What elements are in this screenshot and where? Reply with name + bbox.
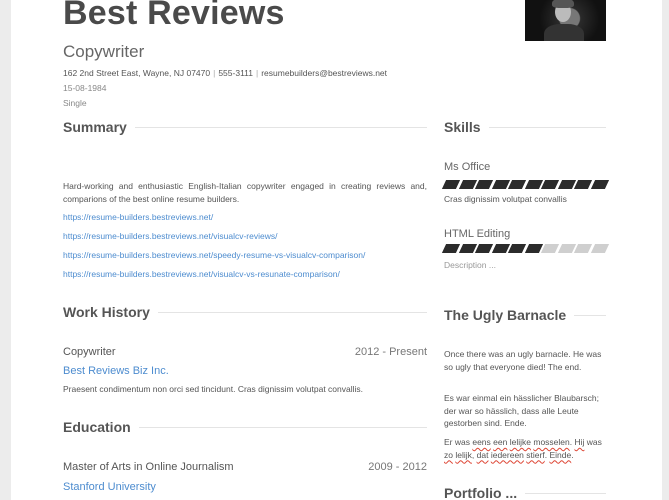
spellcheck-word: Hij: [574, 437, 585, 447]
date-of-birth: 15-08-1984: [63, 83, 107, 93]
spellcheck-word: dat: [476, 449, 489, 460]
candidate-title: Copywriter: [63, 42, 145, 61]
skill-segment-filled: [557, 180, 576, 189]
barnacle-heading: The Ugly Barnacle: [444, 307, 606, 323]
skill-segment-filled: [573, 180, 592, 189]
phone: 555-3111: [218, 68, 253, 78]
section-divider: [138, 426, 427, 428]
section-title: Skills: [444, 119, 481, 135]
education-degree: Master of Arts in Online Journalism: [63, 461, 234, 473]
skill-segment-filled: [507, 244, 526, 253]
work-item-header: Copywriter 2012 - Present: [63, 346, 427, 358]
summary-text: Hard-working and enthusiastic English-It…: [63, 181, 427, 204]
spellcheck-word: eens: [472, 437, 491, 447]
skill-segment-filled: [590, 180, 609, 189]
skill-segment-filled: [458, 244, 477, 253]
skill-segment-filled: [491, 244, 510, 253]
skill-name: HTML Editing: [444, 228, 511, 240]
portfolio-heading: Portfolio ...: [444, 485, 606, 500]
summary-link[interactable]: https://resume-builders.bestreviews.net/…: [63, 250, 365, 260]
contact-line: 162 2nd Street East, Wayne, NJ 07470 | 555…: [63, 68, 387, 78]
work-company[interactable]: Best Reviews Biz Inc.: [63, 365, 169, 377]
skill-segment-filled: [491, 180, 510, 189]
skill-description: Description ...: [444, 260, 496, 270]
summary-link[interactable]: https://resume-builders.bestreviews.net/: [63, 212, 213, 222]
spellcheck-word: zo: [444, 449, 453, 460]
profile-photo: [525, 0, 606, 41]
marital-status: Single: [63, 98, 87, 108]
skill-segment-filled: [524, 180, 543, 189]
skill-segment-filled: [441, 180, 460, 189]
work-position: Copywriter: [63, 346, 116, 358]
skill-segment-filled: [524, 244, 543, 253]
education-item-header: Master of Arts in Online Journalism 2009…: [63, 461, 427, 473]
work-description: Praesent condimentum non orci sed tincid…: [63, 384, 364, 394]
skill-segment-empty: [590, 244, 609, 253]
education-school[interactable]: Stanford University: [63, 481, 156, 493]
address: 162 2nd Street East, Wayne, NJ 07470: [63, 68, 211, 78]
skill-segment-filled: [507, 180, 526, 189]
text-fragment: was: [584, 437, 602, 447]
section-divider: [574, 314, 606, 316]
photo-body: [544, 24, 584, 41]
spellcheck-word: lelijke: [509, 437, 531, 447]
skill-segment-filled: [474, 244, 493, 253]
skills-heading: Skills: [444, 119, 606, 135]
separator: |: [256, 68, 259, 78]
section-divider: [157, 311, 427, 313]
skill-segment-filled: [458, 180, 477, 189]
spellcheck-word: iedereen: [490, 449, 524, 460]
barnacle-paragraph-en: Once there was an ugly barnacle. He was …: [444, 349, 602, 372]
skill-name: Ms Office: [444, 161, 491, 173]
skill-segment-empty: [573, 244, 592, 253]
spellcheck-word: een: [493, 437, 508, 447]
summary-link[interactable]: https://resume-builders.bestreviews.net/…: [63, 269, 340, 279]
skill-segment-filled: [474, 180, 493, 189]
email[interactable]: resumebuilders@bestreviews.net: [261, 68, 387, 78]
separator: |: [213, 68, 216, 78]
section-title: The Ugly Barnacle: [444, 307, 567, 323]
skill-description: Cras dignissim volutpat convallis: [444, 194, 567, 204]
section-title: Work History: [63, 304, 150, 320]
education-dates: 2009 - 2012: [368, 461, 427, 473]
skill-segment-empty: [557, 244, 576, 253]
summary-heading: Summary: [63, 119, 427, 135]
candidate-name: Best Reviews: [63, 0, 285, 32]
education-heading: Education: [63, 419, 427, 435]
skill-segment-filled: [540, 180, 559, 189]
barnacle-paragraph-de: Es war einmal ein hässlicher Blaubarsch;…: [444, 393, 599, 428]
section-title: Education: [63, 419, 131, 435]
photo-hair: [552, 0, 574, 8]
section-divider: [525, 492, 606, 494]
barnacle-paragraph-nl: Er was eens een lelijke mosselen. Hij wa…: [444, 436, 608, 461]
skill-segment-filled: [441, 244, 460, 253]
spellcheck-word: mosselen: [533, 437, 570, 447]
spellcheck-word: Einde: [549, 449, 572, 460]
skill-segment-empty: [540, 244, 559, 253]
summary-link[interactable]: https://resume-builders.bestreviews.net/…: [63, 231, 277, 241]
text-fragment: .: [571, 449, 574, 460]
section-title: Portfolio ...: [444, 485, 518, 500]
section-divider: [488, 126, 606, 128]
spellcheck-word: lelijk: [455, 449, 472, 460]
section-divider: [134, 126, 427, 128]
text-fragment: Er was: [444, 437, 473, 447]
work-dates: 2012 - Present: [354, 346, 427, 358]
skill-level-bar: [441, 180, 609, 189]
section-title: Summary: [63, 119, 127, 135]
work-history-heading: Work History: [63, 304, 427, 320]
spellcheck-word: stierf: [526, 449, 545, 460]
skill-level-bar: [441, 244, 609, 253]
